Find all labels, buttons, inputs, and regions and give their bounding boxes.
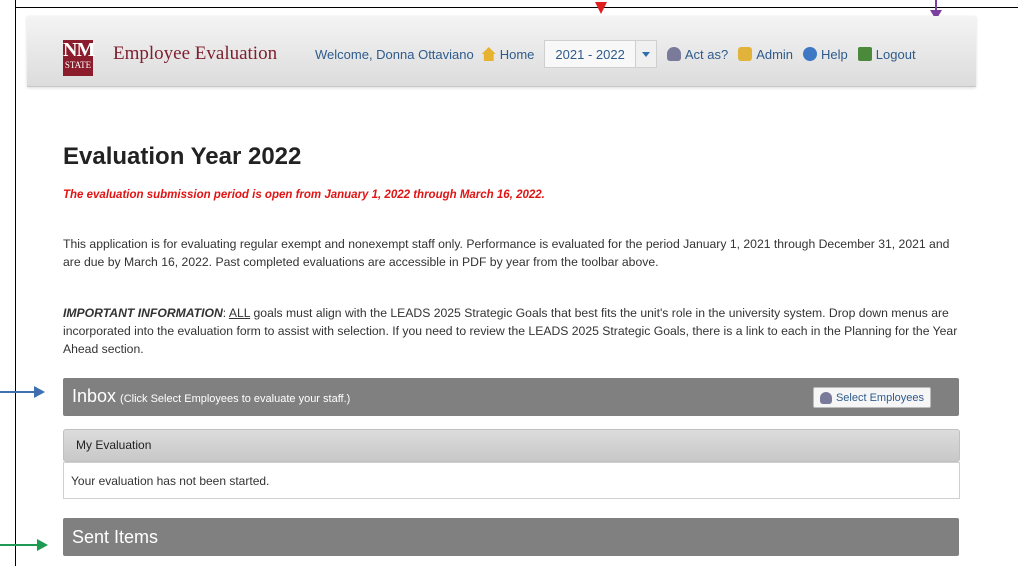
evaluation-status-box: Your evaluation has not been started. bbox=[63, 462, 960, 499]
home-label: Home bbox=[499, 46, 535, 62]
my-evaluation-header[interactable]: My Evaluation bbox=[63, 429, 960, 462]
select-employees-button[interactable]: Select Employees bbox=[812, 387, 931, 408]
annotation-arrow-blue bbox=[34, 386, 45, 398]
select-employees-label: Select Employees bbox=[835, 391, 924, 404]
help-label: Help bbox=[821, 46, 848, 62]
welcome-text: Welcome, Donna Ottaviano bbox=[315, 46, 474, 62]
annotation-arrow-red bbox=[595, 2, 607, 14]
inbox-title: Inbox bbox=[72, 386, 117, 406]
act-as-link[interactable]: Act as? bbox=[666, 46, 729, 62]
logout-link[interactable]: Logout bbox=[857, 46, 916, 62]
help-link[interactable]: Help bbox=[803, 47, 848, 62]
inbox-subtitle: (Click Select Employees to evaluate your… bbox=[120, 393, 351, 405]
logo-state: STATE bbox=[64, 60, 92, 70]
important-label: IMPORTANT INFORMATION bbox=[63, 306, 223, 320]
home-link[interactable]: Home bbox=[481, 46, 535, 62]
logout-label: Logout bbox=[875, 46, 916, 62]
evaluation-status-text: Your evaluation has not been started. bbox=[71, 474, 270, 488]
sent-items-header[interactable]: Sent Items bbox=[63, 518, 959, 556]
lock-icon bbox=[738, 47, 753, 61]
admin-label: Admin bbox=[756, 46, 794, 62]
page-title: Evaluation Year 2022 bbox=[63, 143, 302, 170]
annotation-frame-top bbox=[15, 7, 1018, 8]
annotation-frame-left bbox=[15, 0, 16, 566]
year-select[interactable]: 2021 - 2022 bbox=[544, 40, 657, 68]
admin-link[interactable]: Admin bbox=[738, 47, 793, 62]
app-title[interactable]: Employee Evaluation bbox=[113, 43, 277, 65]
nmsu-logo[interactable]: NM STATE bbox=[63, 39, 95, 76]
top-nav: Welcome, Donna Ottaviano Home 2021 - 202… bbox=[315, 40, 926, 68]
annotation-arrow-purple-stem bbox=[935, 0, 937, 10]
annotation-arrow-blue-stem bbox=[0, 391, 34, 393]
user-icon bbox=[666, 47, 681, 61]
annotation-arrow-green-stem bbox=[0, 544, 37, 546]
help-icon bbox=[803, 47, 818, 61]
annotation-arrow-green bbox=[37, 539, 48, 551]
chevron-down-icon[interactable] bbox=[634, 41, 656, 67]
intro-paragraph: This application is for evaluating regul… bbox=[63, 237, 950, 269]
top-header: NM STATE Employee Evaluation Welcome, Do… bbox=[27, 16, 976, 87]
important-all: ALL bbox=[228, 306, 251, 320]
home-icon bbox=[481, 47, 496, 61]
users-icon bbox=[819, 391, 832, 404]
my-evaluation-label: My Evaluation bbox=[76, 438, 152, 452]
important-paragraph: IMPORTANT INFORMATION: ALL goals must al… bbox=[63, 304, 963, 358]
sent-items-title: Sent Items bbox=[72, 527, 159, 547]
year-select-value: 2021 - 2022 bbox=[555, 46, 625, 62]
submission-notice: The evaluation submission period is open… bbox=[63, 189, 545, 201]
logout-icon bbox=[857, 47, 872, 61]
act-as-label: Act as? bbox=[684, 46, 729, 62]
inbox-title-wrap: Inbox (Click Select Employees to evaluate… bbox=[72, 386, 350, 407]
inbox-header: Inbox (Click Select Employees to evaluate… bbox=[63, 378, 959, 416]
logo-nm: NM bbox=[63, 39, 95, 61]
